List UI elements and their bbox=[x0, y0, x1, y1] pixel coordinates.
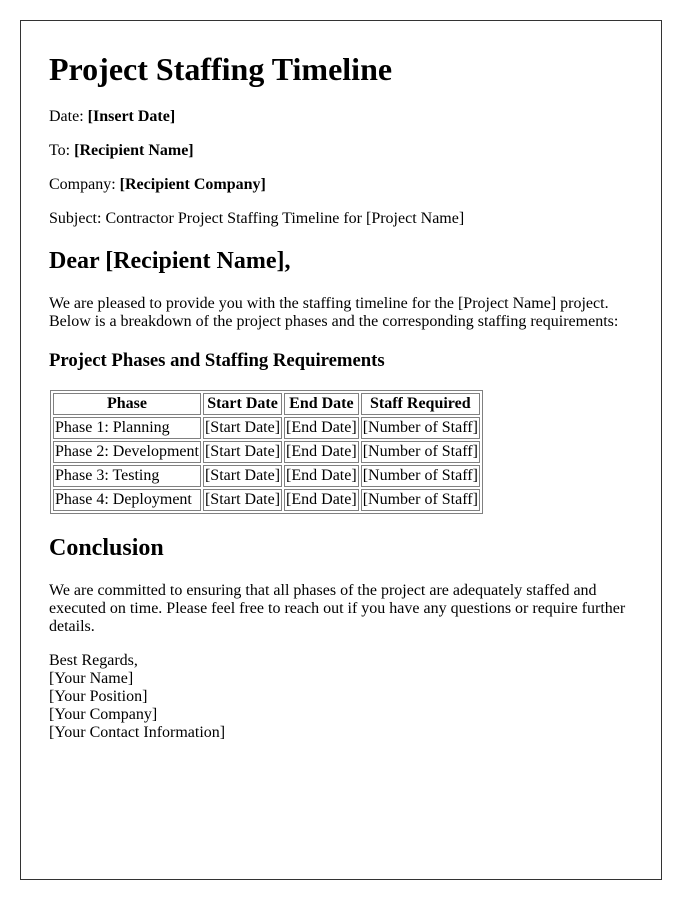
cell-end-date: [End Date] bbox=[284, 465, 359, 487]
subject-line: Subject: Contractor Project Staffing Tim… bbox=[49, 210, 464, 228]
company-line: Company: [Recipient Company] bbox=[49, 176, 266, 194]
conclusion-paragraph: We are committed to ensuring that all ph… bbox=[49, 582, 626, 635]
table-row: Phase 2: Development [Start Date] [End D… bbox=[53, 441, 480, 463]
sign-off: Best Regards, bbox=[49, 652, 138, 669]
cell-phase: Phase 3: Testing bbox=[53, 465, 201, 487]
table-row: Phase 3: Testing [Start Date] [End Date]… bbox=[53, 465, 480, 487]
cell-start-date: [Start Date] bbox=[202, 441, 283, 463]
cell-staff-required: [Number of Staff] bbox=[360, 441, 480, 463]
cell-phase: Phase 1: Planning bbox=[53, 417, 201, 439]
cell-end-date: [End Date] bbox=[284, 417, 359, 439]
cell-phase: Phase 4: Deployment bbox=[53, 489, 201, 511]
date-line: Date: [Insert Date] bbox=[49, 108, 175, 126]
cell-staff-required: [Number of Staff] bbox=[360, 465, 480, 487]
cell-staff-required: [Number of Staff] bbox=[360, 489, 480, 511]
sender-contact: [Your Contact Information] bbox=[49, 724, 226, 741]
sender-name: [Your Name] bbox=[49, 670, 134, 687]
cell-staff-required: [Number of Staff] bbox=[360, 417, 480, 439]
page-title: Project Staffing Timeline bbox=[49, 51, 393, 87]
cell-start-date: [Start Date] bbox=[202, 417, 283, 439]
header-staff-required: Staff Required bbox=[360, 393, 480, 415]
subject-value: Contractor Project Staffing Timeline for… bbox=[105, 210, 465, 227]
header-start-date: Start Date bbox=[202, 393, 283, 415]
cell-phase: Phase 2: Development bbox=[53, 441, 201, 463]
letter-container: Project Staffing Timeline Date: [Insert … bbox=[20, 20, 662, 880]
sender-position: [Your Position] bbox=[49, 688, 148, 705]
subject-label: Subject: bbox=[49, 210, 102, 227]
header-phase: Phase bbox=[53, 393, 201, 415]
date-value: [Insert Date] bbox=[87, 108, 176, 125]
staffing-table: Phase Start Date End Date Staff Required… bbox=[50, 390, 483, 514]
cell-start-date: [Start Date] bbox=[202, 465, 283, 487]
header-end-date: End Date bbox=[284, 393, 359, 415]
cell-end-date: [End Date] bbox=[284, 489, 359, 511]
table-header-row: Phase Start Date End Date Staff Required bbox=[53, 393, 480, 415]
recipient-value: [Recipient Name] bbox=[74, 142, 194, 159]
conclusion-heading: Conclusion bbox=[49, 535, 164, 561]
table-row: Phase 4: Deployment [Start Date] [End Da… bbox=[53, 489, 480, 511]
company-label: Company: bbox=[49, 176, 116, 193]
cell-end-date: [End Date] bbox=[284, 441, 359, 463]
greeting: Dear [Recipient Name], bbox=[49, 248, 291, 274]
signature-block: Best Regards, [Your Name] [Your Position… bbox=[49, 652, 225, 742]
cell-start-date: [Start Date] bbox=[202, 489, 283, 511]
recipient-line: To: [Recipient Name] bbox=[49, 142, 194, 160]
table-row: Phase 1: Planning [Start Date] [End Date… bbox=[53, 417, 480, 439]
recipient-label: To: bbox=[49, 142, 71, 159]
company-value: [Recipient Company] bbox=[119, 176, 266, 193]
table-heading: Project Phases and Staffing Requirements bbox=[49, 350, 385, 371]
intro-paragraph: We are pleased to provide you with the s… bbox=[49, 295, 619, 330]
sender-company: [Your Company] bbox=[49, 706, 158, 723]
date-label: Date: bbox=[49, 108, 84, 125]
